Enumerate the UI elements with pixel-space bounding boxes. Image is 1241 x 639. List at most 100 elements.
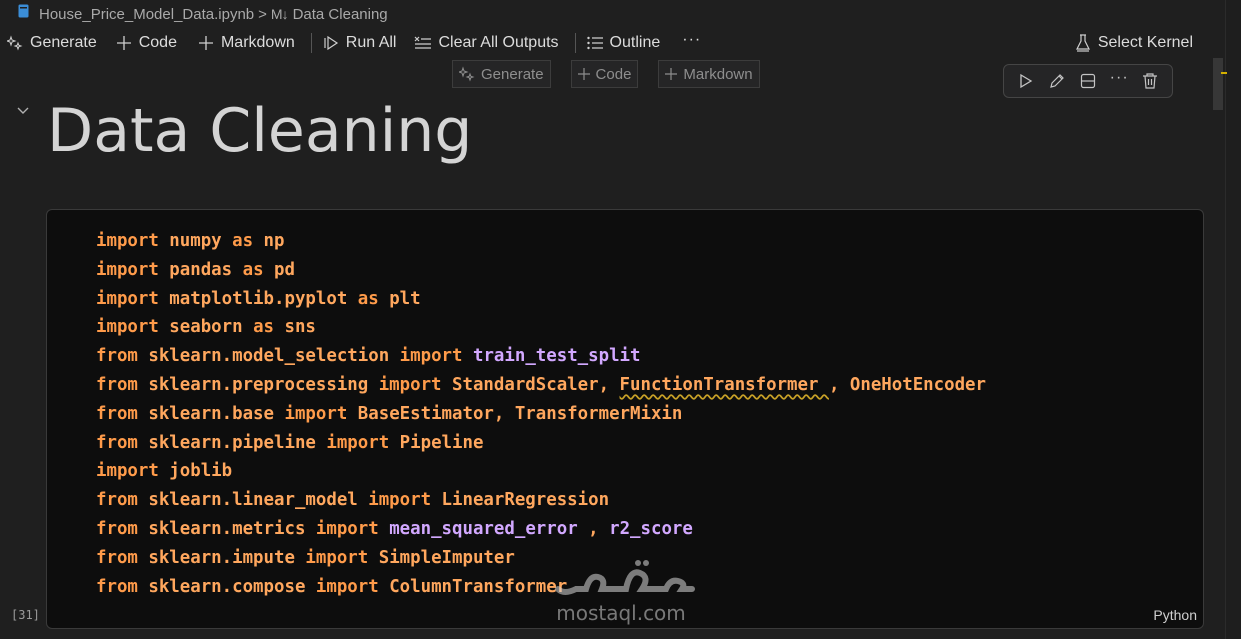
clear-all-icon	[414, 34, 432, 52]
plus-icon	[197, 34, 215, 52]
code-line[interactable]: import seaborn as sns	[96, 313, 986, 342]
insert-generate-button[interactable]: Generate	[452, 60, 551, 88]
code-keyword: import	[326, 432, 390, 453]
code-keyword: from	[96, 403, 138, 424]
code-identifier: FunctionTransformer	[619, 374, 829, 395]
scrollbar-thumb[interactable]	[1213, 58, 1223, 110]
markdown-heading[interactable]: Data Cleaning	[47, 96, 472, 166]
breadcrumb-file[interactable]: House_Price_Model_Data.ipynb	[39, 6, 254, 23]
code-keyword: import	[96, 288, 159, 309]
code-identifier: sklearn.pipeline	[137, 432, 327, 453]
code-line[interactable]: from sklearn.impute import SimpleImputer	[96, 544, 986, 573]
run-all-label: Run All	[345, 34, 397, 51]
split-icon	[1080, 73, 1096, 89]
chevron-down-icon[interactable]	[15, 102, 31, 118]
execution-count: [31]	[11, 608, 40, 622]
code-identifier: SimpleImputer	[368, 547, 515, 568]
code-keyword: import	[305, 547, 369, 568]
code-keyword: from	[96, 547, 138, 568]
code-line[interactable]: import pandas as pd	[96, 256, 986, 285]
code-line[interactable]: import matplotlib.pyplot as plt	[96, 285, 986, 314]
insert-generate-label: Generate	[481, 65, 544, 83]
code-identifier: sns	[274, 317, 316, 338]
code-keyword: as	[242, 259, 264, 280]
select-kernel-button[interactable]: Select Kernel	[1074, 28, 1193, 58]
code-identifier: sklearn.linear_model	[137, 490, 369, 511]
code-line[interactable]: from sklearn.pipeline import Pipeline	[96, 429, 986, 458]
code-line[interactable]: from sklearn.compose import ColumnTransf…	[96, 573, 986, 602]
code-keyword: import	[399, 346, 463, 367]
code-keyword: as	[357, 288, 379, 309]
code-line[interactable]: from sklearn.preprocessing import Standa…	[96, 371, 986, 400]
insert-markdown-button[interactable]: Markdown	[658, 60, 760, 88]
insert-code-button[interactable]: Code	[570, 60, 639, 88]
code-identifier: BaseEstimator, TransformerMixin	[347, 403, 683, 424]
code-identifier: , OneHotEncoder	[828, 374, 986, 395]
code-identifier: plt	[378, 288, 421, 309]
kernel-flask-icon	[1074, 34, 1092, 52]
cell-toolbar: ···	[1003, 64, 1173, 98]
code-identifier: sklearn.metrics	[137, 518, 316, 539]
code-keyword: from	[96, 346, 138, 367]
code-line[interactable]: import joblib	[96, 457, 986, 486]
cell-language-label[interactable]: Python	[1153, 607, 1197, 623]
code-keyword: from	[96, 432, 138, 453]
add-code-button[interactable]: Code	[115, 34, 177, 52]
code-line[interactable]: from sklearn.model_selection import trai…	[96, 342, 986, 371]
split-cell-button[interactable]	[1076, 69, 1100, 93]
add-markdown-button[interactable]: Markdown	[197, 34, 295, 52]
list-icon	[586, 34, 604, 52]
more-actions-button[interactable]: ···	[682, 31, 701, 49]
select-kernel-label: Select Kernel	[1097, 34, 1193, 51]
clear-outputs-label: Clear All Outputs	[438, 34, 559, 51]
code-keyword: import	[378, 374, 442, 395]
trash-icon	[1143, 73, 1158, 89]
sparkle-icon	[459, 66, 475, 82]
code-identifier: sklearn.preprocessing	[137, 374, 379, 395]
code-line[interactable]: from sklearn.metrics import mean_squared…	[96, 515, 986, 544]
toolbar-divider	[310, 33, 312, 53]
toolbar-divider	[574, 33, 576, 53]
code-line[interactable]: from sklearn.base import BaseEstimator, …	[96, 400, 986, 429]
code-keyword: from	[96, 518, 138, 539]
cell-more-button[interactable]: ···	[1107, 66, 1131, 90]
markdown-icon: M↓	[270, 6, 289, 22]
code-editor[interactable]: import numpy as np import pandas as pd imp…	[96, 227, 986, 601]
notebook-file-icon	[18, 4, 29, 18]
code-identifier: LinearRegression	[431, 490, 610, 511]
generate-button[interactable]: Generate	[6, 34, 97, 52]
code-keyword: as	[232, 231, 254, 251]
code-keyword: import	[96, 231, 159, 251]
code-identifier: sklearn.impute	[137, 547, 306, 568]
code-keyword: import	[315, 576, 379, 597]
code-keyword: import	[368, 490, 432, 511]
plus-icon	[115, 34, 133, 52]
run-cell-button[interactable]	[1014, 69, 1038, 93]
code-line[interactable]: from sklearn.linear_model import LinearR…	[96, 486, 986, 515]
run-all-icon	[322, 34, 340, 52]
breadcrumb-section[interactable]: Data Cleaning	[293, 6, 388, 23]
delete-cell-button[interactable]	[1138, 69, 1162, 93]
code-line[interactable]: import numpy as np	[96, 227, 986, 256]
code-identifier: ,	[577, 518, 610, 539]
code-identifier: joblib	[158, 461, 233, 482]
code-keyword: import	[96, 317, 159, 338]
code-identifier: pandas	[158, 259, 243, 280]
run-all-button[interactable]: Run All	[322, 34, 397, 52]
code-identifier: sklearn.base	[137, 403, 285, 424]
code-identifier	[462, 346, 472, 366]
breadcrumb: House_Price_Model_Data.ipynb > M↓ Data C…	[0, 0, 1225, 28]
code-identifier	[379, 519, 389, 539]
breadcrumb-separator: >	[258, 5, 267, 23]
code-keyword: import	[96, 461, 159, 482]
code-label: Code	[138, 34, 177, 51]
edit-cell-button[interactable]	[1045, 69, 1069, 93]
code-identifier: matplotlib.pyplot	[158, 288, 358, 309]
notebook-editor: House_Price_Model_Data.ipynb > M↓ Data C…	[0, 0, 1241, 639]
sparkle-icon	[6, 34, 24, 52]
code-identifier: StandardScaler,	[441, 374, 620, 395]
code-cell[interactable]: import numpy as np import pandas as pd imp…	[46, 209, 1204, 629]
outline-button[interactable]: Outline	[586, 34, 660, 52]
insert-markdown-label: Markdown	[683, 65, 753, 83]
clear-outputs-button[interactable]: Clear All Outputs	[414, 34, 559, 52]
